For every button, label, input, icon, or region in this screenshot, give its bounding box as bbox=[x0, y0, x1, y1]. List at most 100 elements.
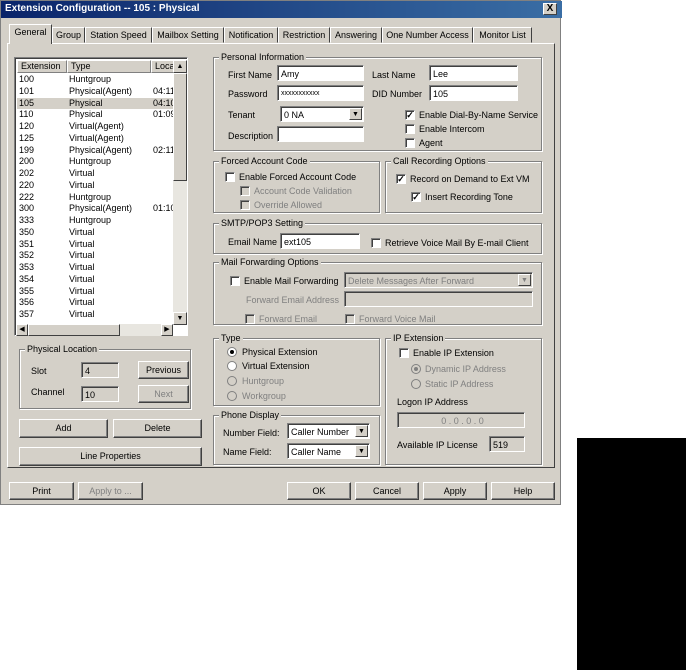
tab-general[interactable]: General bbox=[9, 24, 52, 44]
agent-checkbox[interactable] bbox=[405, 138, 415, 148]
list-item[interactable]: 356 Virtual bbox=[17, 297, 174, 309]
ok-button[interactable]: OK bbox=[287, 482, 351, 500]
email-name-input[interactable]: ext105 bbox=[280, 233, 360, 249]
password-input[interactable]: xxxxxxxxxxx bbox=[277, 85, 364, 101]
list-item[interactable]: 333 Huntgroup bbox=[17, 215, 174, 227]
retrieve-voicemail-checkbox[interactable] bbox=[371, 238, 381, 248]
extension-cell: 220 bbox=[19, 179, 35, 190]
next-button[interactable]: Next bbox=[138, 385, 189, 403]
scroll-down-icon[interactable]: ▼ bbox=[173, 312, 187, 325]
list-item[interactable]: 199 Physical(Agent) 02:11 bbox=[17, 144, 175, 157]
delete-button[interactable]: Delete bbox=[113, 419, 202, 438]
column-header-location[interactable]: Locatio bbox=[151, 60, 175, 73]
cancel-button[interactable]: Cancel bbox=[355, 482, 419, 500]
list-item[interactable]: 350 Virtual bbox=[17, 227, 174, 239]
column-header-type[interactable]: Type bbox=[67, 60, 151, 73]
list-item[interactable]: 352 Virtual bbox=[17, 250, 174, 262]
account-code-validation-checkbox[interactable] bbox=[240, 186, 250, 196]
line-properties-button[interactable]: Line Properties bbox=[19, 447, 202, 466]
forward-email-checkbox[interactable] bbox=[245, 314, 255, 324]
list-item[interactable]: 110 Physical 01:09 bbox=[17, 109, 176, 121]
previous-button[interactable]: Previous bbox=[138, 361, 189, 379]
workgroup-radio[interactable] bbox=[227, 391, 237, 401]
list-item[interactable]: 354 Virtual bbox=[17, 274, 174, 286]
dial-by-name-checkbox[interactable]: ✓ bbox=[405, 110, 415, 120]
title-bar[interactable]: Extension Configuration -- 105 : Physica… bbox=[1, 1, 562, 18]
physical-location-title: Physical Location bbox=[25, 344, 100, 354]
tenant-dropdown[interactable]: 0 NA ▼ bbox=[280, 106, 364, 122]
insert-recording-tone-checkbox[interactable]: ✓ bbox=[411, 192, 421, 202]
extension-list[interactable]: Extension Type Locatio 100 Huntgroup 101 Ph… bbox=[14, 57, 188, 336]
chevron-down-icon[interactable]: ▼ bbox=[355, 425, 368, 437]
chevron-down-icon[interactable]: ▼ bbox=[518, 274, 531, 286]
list-item[interactable]: 300 Physical(Agent) 01:10 bbox=[17, 203, 176, 215]
list-item[interactable]: 100 Huntgroup bbox=[17, 74, 174, 86]
number-field-label: Number Field: bbox=[223, 428, 280, 438]
list-item[interactable]: 353 Virtual bbox=[17, 262, 174, 274]
did-number-input[interactable]: 105 bbox=[429, 85, 518, 101]
list-item[interactable]: 202 Virtual bbox=[17, 168, 174, 180]
physical-extension-radio[interactable] bbox=[227, 347, 237, 357]
scroll-thumb[interactable] bbox=[173, 73, 187, 181]
static-ip-radio[interactable] bbox=[411, 379, 421, 389]
enable-ip-extension-checkbox[interactable] bbox=[399, 348, 409, 358]
column-header-extension[interactable]: Extension bbox=[17, 60, 67, 73]
vertical-scrollbar[interactable]: ▲ ▼ bbox=[173, 60, 187, 325]
enable-mail-forwarding-checkbox[interactable] bbox=[230, 276, 240, 286]
list-item[interactable]: 125 Virtual(Agent) bbox=[17, 133, 174, 145]
list-item[interactable]: 351 Virtual bbox=[17, 239, 174, 251]
intercom-checkbox[interactable] bbox=[405, 124, 415, 134]
add-button[interactable]: Add bbox=[19, 419, 108, 438]
scroll-right-icon[interactable]: ▶ bbox=[161, 324, 173, 336]
apply-button[interactable]: Apply bbox=[423, 482, 487, 500]
channel-field[interactable]: 10 bbox=[81, 386, 119, 402]
last-name-input[interactable]: Lee bbox=[429, 65, 518, 81]
scroll-up-icon[interactable]: ▲ bbox=[173, 60, 187, 73]
apply-to-button[interactable]: Apply to ... bbox=[78, 482, 143, 500]
forced-account-label: Enable Forced Account Code bbox=[239, 172, 357, 182]
location-cell: 04:11 bbox=[153, 85, 175, 96]
hscroll-thumb[interactable] bbox=[28, 324, 120, 336]
description-input[interactable] bbox=[277, 126, 364, 142]
horizontal-scrollbar[interactable]: ◀ ▶ bbox=[16, 324, 173, 336]
list-item[interactable]: 101 Physical(Agent) 04:11 bbox=[17, 85, 175, 98]
list-item[interactable]: 220 Virtual bbox=[17, 180, 174, 192]
dynamic-ip-radio[interactable] bbox=[411, 364, 421, 374]
forward-voicemail-checkbox[interactable] bbox=[345, 314, 355, 324]
forward-action-dropdown[interactable]: Delete Messages After Forward ▼ bbox=[344, 272, 533, 288]
close-icon[interactable]: X bbox=[543, 3, 557, 15]
logon-ip-input[interactable]: 0 . 0 . 0 . 0 bbox=[397, 412, 525, 428]
location-cell: 02:11 bbox=[153, 144, 175, 155]
tab-one-number-access[interactable]: One Number Access bbox=[382, 27, 473, 43]
type-cell: Virtual bbox=[69, 226, 95, 237]
huntgroup-radio[interactable] bbox=[227, 376, 237, 386]
help-button[interactable]: Help bbox=[491, 482, 555, 500]
tab-monitor-list[interactable]: Monitor List bbox=[473, 27, 532, 43]
list-item[interactable]: 120 Virtual(Agent) bbox=[17, 121, 174, 133]
forward-email-address-input[interactable] bbox=[344, 291, 533, 307]
override-allowed-checkbox[interactable] bbox=[240, 200, 250, 210]
forced-account-checkbox[interactable] bbox=[225, 172, 235, 182]
tab-answering[interactable]: Answering bbox=[330, 27, 382, 43]
first-name-input[interactable]: Amy bbox=[277, 65, 364, 81]
tab-mailbox-setting[interactable]: Mailbox Setting bbox=[152, 27, 224, 43]
chevron-down-icon[interactable]: ▼ bbox=[349, 108, 362, 120]
chevron-down-icon[interactable]: ▼ bbox=[355, 445, 368, 457]
tab-group[interactable]: Group bbox=[52, 27, 85, 43]
number-field-dropdown[interactable]: Caller Number ▼ bbox=[287, 423, 370, 439]
slot-field[interactable]: 4 bbox=[81, 362, 119, 378]
name-field-dropdown[interactable]: Caller Name ▼ bbox=[287, 443, 370, 459]
tab-station-speed[interactable]: Station Speed bbox=[85, 27, 152, 43]
list-item[interactable]: 200 Huntgroup bbox=[17, 156, 174, 168]
print-button[interactable]: Print bbox=[9, 482, 74, 500]
phone-display-title: Phone Display bbox=[219, 410, 282, 420]
scroll-left-icon[interactable]: ◀ bbox=[16, 324, 28, 336]
list-item[interactable]: 105 Physical 04:10 bbox=[17, 97, 176, 110]
tab-restriction[interactable]: Restriction bbox=[278, 27, 330, 43]
virtual-extension-radio[interactable] bbox=[227, 361, 237, 371]
record-on-demand-checkbox[interactable]: ✓ bbox=[396, 174, 406, 184]
tab-notification[interactable]: Notification bbox=[224, 27, 278, 43]
list-item[interactable]: 222 Huntgroup bbox=[17, 192, 174, 204]
list-item[interactable]: 357 Virtual bbox=[17, 309, 174, 321]
list-item[interactable]: 355 Virtual bbox=[17, 286, 174, 298]
